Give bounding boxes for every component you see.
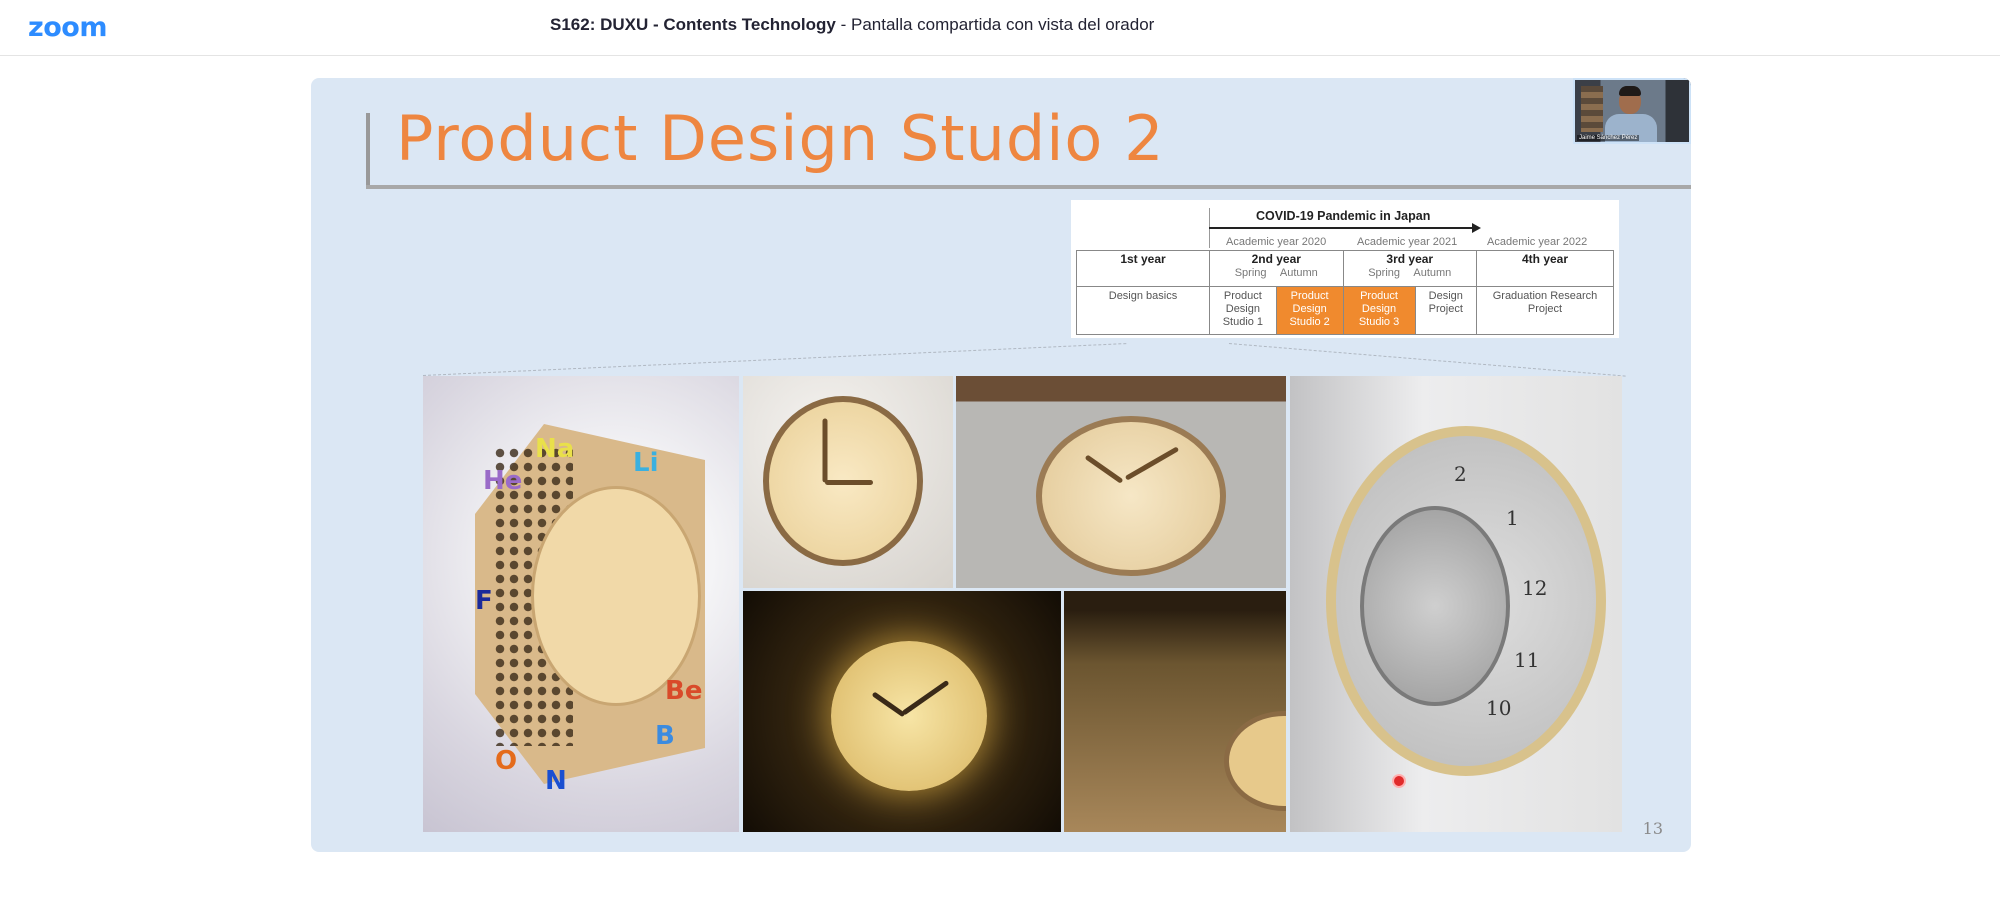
slide-title: Product Design Studio 2 <box>396 102 1165 175</box>
letter-mark: Be <box>665 676 703 706</box>
clock-number: 2 <box>1454 462 1467 486</box>
title-underline <box>366 185 1691 189</box>
cell-design-basics: Design basics <box>1076 286 1210 335</box>
letter-mark: O <box>495 746 518 776</box>
pandemic-label: COVID-19 Pandemic in Japan <box>1256 209 1431 223</box>
autumn-2nd: Autumn <box>1279 267 1318 279</box>
clock-number: 12 <box>1522 576 1548 600</box>
header-3rd-year: 3rd year Spring Autumn <box>1342 250 1477 287</box>
autumn-3rd: Autumn <box>1413 267 1452 279</box>
pandemic-arrow <box>1209 223 1481 233</box>
clock-number: 11 <box>1514 648 1540 672</box>
shared-screen[interactable]: Product Design Studio 2 Jaime Sánchez Pé… <box>311 78 1691 852</box>
header-2nd-year: 2nd year Spring Autumn <box>1209 250 1344 287</box>
meeting-title-rest: - Pantalla compartida con vista del orad… <box>835 15 1155 34</box>
photo-round-clock <box>743 376 953 588</box>
slide-number: 13 <box>1642 819 1663 838</box>
connector-line-left <box>423 343 1127 376</box>
curriculum-table: COVID-19 Pandemic in Japan Academic year… <box>1071 200 1619 338</box>
speaker-hair <box>1619 86 1641 96</box>
header-1st-year: 1st year <box>1076 250 1210 287</box>
photo-metal-clock: 2 1 12 11 10 <box>1290 376 1622 832</box>
clock-hand <box>822 418 828 483</box>
speaker-video-thumbnail[interactable]: Jaime Sánchez Pérez <box>1575 78 1691 142</box>
academic-year-2021: Academic year 2021 <box>1357 236 1458 248</box>
letter-mark: N <box>545 766 567 796</box>
bookshelf <box>1581 86 1603 132</box>
letter-mark: He <box>483 466 523 496</box>
meeting-title: S162: DUXU - Contents Technology - Panta… <box>550 15 1154 35</box>
title-accent-bar <box>366 113 370 189</box>
letter-mark: F <box>475 586 493 616</box>
photo-cloud-clock <box>956 376 1286 588</box>
hexagon-clock-face <box>531 486 701 706</box>
closeup-clock-edge <box>1224 711 1286 811</box>
letter-mark: Li <box>633 448 659 478</box>
clock-number: 10 <box>1486 696 1512 720</box>
academic-year-2020: Academic year 2020 <box>1226 236 1327 248</box>
cell-graduation: Graduation Research Project <box>1476 286 1614 335</box>
speaker-name: Jaime Sánchez Pérez <box>1577 135 1640 141</box>
academic-year-2022: Academic year 2022 <box>1487 236 1588 248</box>
photo-hexagon-clock: He Na Li F O N Be B <box>423 376 739 832</box>
letter-mark: Na <box>535 434 575 464</box>
zoom-logo: zoom <box>28 12 107 43</box>
cell-pds1: Product Design Studio 1 <box>1209 286 1277 335</box>
spring-2nd: Spring <box>1234 267 1267 279</box>
connector-line-right <box>1228 343 1626 377</box>
clock-number: 1 <box>1506 506 1519 530</box>
photo-clock-closeup <box>1064 591 1286 832</box>
cell-pds3: Product Design Studio 3 <box>1342 286 1416 335</box>
cloud-clock-face <box>1036 416 1226 576</box>
meeting-title-bold: S162: DUXU - Contents Technology <box>550 15 836 34</box>
cell-pds2: Product Design Studio 2 <box>1275 286 1344 335</box>
curriculum-grid: 1st year 2nd year Spring Autumn 3rd year S… <box>1076 250 1614 335</box>
lit-clock-face <box>831 641 987 791</box>
letter-mark: B <box>655 721 675 751</box>
cell-design-project: Design Project <box>1414 286 1478 335</box>
clock-hand <box>825 480 873 485</box>
laser-pointer <box>1392 774 1406 788</box>
metal-clock-dial <box>1360 506 1510 706</box>
header-4th-year: 4th year <box>1476 250 1614 287</box>
top-bar: zoom S162: DUXU - Contents Technology - … <box>0 0 2000 56</box>
photo-lit-clock <box>743 591 1061 832</box>
spring-3rd: Spring <box>1368 267 1401 279</box>
